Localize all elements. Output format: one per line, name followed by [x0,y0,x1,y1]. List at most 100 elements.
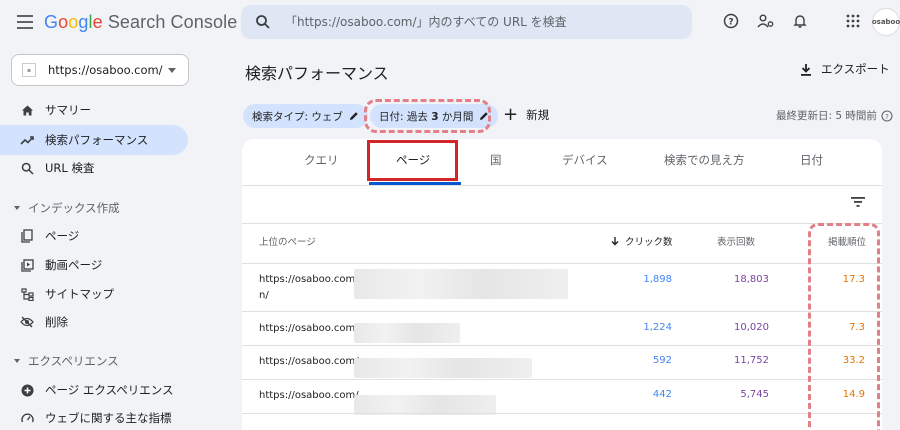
search-input[interactable] [285,5,685,39]
tab-dates[interactable]: 日付 [800,152,823,168]
redacted-url [354,323,460,343]
section-title: インデックス作成 [28,201,120,215]
chip-label: 検索タイプ: ウェブ [252,110,343,123]
tab-search-appearance[interactable]: 検索での見え方 [664,152,745,168]
home-icon [20,103,34,117]
impressions-value: 5,745 [740,389,769,400]
nav-label: 検索パフォーマンス [45,133,149,147]
report-card: クエリ ページ 国 デバイス 検索での見え方 日付 上位のページ クリック数 表… [242,139,882,430]
nav-label: ページ エクスペリエンス [45,383,174,397]
date-chip-highlight [364,99,491,133]
export-label: エクスポート [821,62,890,76]
nav-label: URL 検査 [45,161,95,175]
property-url: https://osaboo.com/ [48,63,163,77]
speed-icon [20,411,34,425]
sitemap-icon [20,287,34,301]
download-icon [801,63,811,76]
row-url[interactable]: https://osaboo.com/ [259,388,359,404]
col-header-clicks[interactable]: クリック数 [610,234,673,248]
row-url[interactable]: https://osaboo.com/ n/ [259,272,359,304]
logo-product: Search Console [107,12,238,32]
edit-icon [349,112,358,120]
impressions-value: 11,752 [734,355,769,366]
nav-removals[interactable]: 削除 [0,307,188,337]
nav-page-experience[interactable]: ページ エクスペリエンス [0,375,188,405]
tab-devices[interactable]: デバイス [562,152,608,168]
page-title: 検索パフォーマンス [245,64,389,83]
clicks-value: 1,898 [643,274,672,285]
pages-icon [20,229,34,243]
export-button[interactable]: エクスポート [800,61,890,77]
add-circle-icon [20,383,34,397]
nav-summary[interactable]: サマリー [0,95,188,125]
nav-core-web-vitals[interactable]: ウェブに関する主な指標 [0,403,188,430]
col-header-label: クリック数 [625,237,673,248]
col-header-page[interactable]: 上位のページ [259,234,316,248]
help-icon[interactable]: ? [881,109,893,122]
nav-label: サイトマップ [45,287,114,301]
col-header-impressions[interactable]: 表示回数 [717,234,755,248]
manage-accounts-icon[interactable] [756,11,776,31]
trending-up-icon [20,133,34,147]
section-indexing[interactable]: インデックス作成 [14,200,120,216]
notifications-icon[interactable] [790,11,810,31]
row-divider [242,311,882,312]
arrow-down-icon [611,237,619,246]
row-divider [242,413,882,414]
position-column-highlight [808,223,880,430]
header-divider [242,223,882,224]
apps-icon[interactable] [843,11,863,31]
filter-icon[interactable] [851,196,865,208]
property-selector[interactable]: ▪ https://osaboo.com/ [11,54,189,86]
avatar[interactable]: osaboo [872,8,900,36]
nav-label: 動画ページ [45,258,103,272]
nav-url-inspection[interactable]: URL 検査 [0,153,188,183]
main-menu-icon[interactable] [17,15,33,29]
impressions-value: 10,020 [734,322,769,333]
row-url-line: https://osaboo.com/ [259,274,359,285]
video-page-icon [20,258,34,272]
last-updated-text: 最終更新日: 5 時間前 [776,110,877,122]
nav-label: ウェブに関する主な指標 [45,411,172,425]
nav-video-pages[interactable]: 動画ページ [0,250,188,280]
row-url[interactable]: https://osaboo.com/ [259,354,359,370]
nav-label: サマリー [45,103,91,117]
clicks-value: 442 [652,389,672,400]
chevron-down-icon [14,206,20,210]
nav-label: ページ [45,229,80,243]
section-title: エクスペリエンス [28,354,119,368]
last-updated: 最終更新日: 5 時間前 ? [776,108,893,123]
nav-search-performance[interactable]: 検索パフォーマンス [0,125,188,155]
url-inspect-search[interactable] [241,5,692,39]
help-icon[interactable]: ? [721,11,741,31]
redacted-url [354,358,532,378]
site-favicon-icon: ▪ [22,63,36,77]
tab-countries[interactable]: 国 [490,152,502,168]
search-type-filter-chip[interactable]: 検索タイプ: ウェブ [243,104,368,128]
row-divider [242,379,882,380]
tabs-divider [242,185,882,186]
clicks-value: 1,224 [643,322,672,333]
chevron-down-icon [168,67,176,73]
nav-label: 削除 [45,315,68,329]
tab-queries[interactable]: クエリ [304,152,339,168]
redacted-url [354,395,496,415]
nav-pages[interactable]: ページ [0,221,188,251]
svg-text:?: ? [885,112,889,120]
app-logo[interactable]: Google Search Console [44,12,237,33]
row-url[interactable]: https://osaboo.com/ [259,321,359,337]
clicks-value: 592 [652,355,672,366]
row-url-line: n/ [259,290,269,301]
impressions-value: 18,803 [734,274,769,285]
nav-sitemaps[interactable]: サイトマップ [0,279,188,309]
pages-tab-highlight [367,140,458,181]
search-icon [256,15,270,29]
row-divider [242,263,882,264]
logo-letter: o [58,12,69,32]
plus-icon: + [503,104,519,125]
new-filter-button[interactable]: + 新規 [503,104,549,125]
section-experience[interactable]: エクスペリエンス [14,353,119,369]
logo-letter: g [78,12,89,32]
row-divider [242,345,882,346]
logo-letter: e [92,12,103,32]
